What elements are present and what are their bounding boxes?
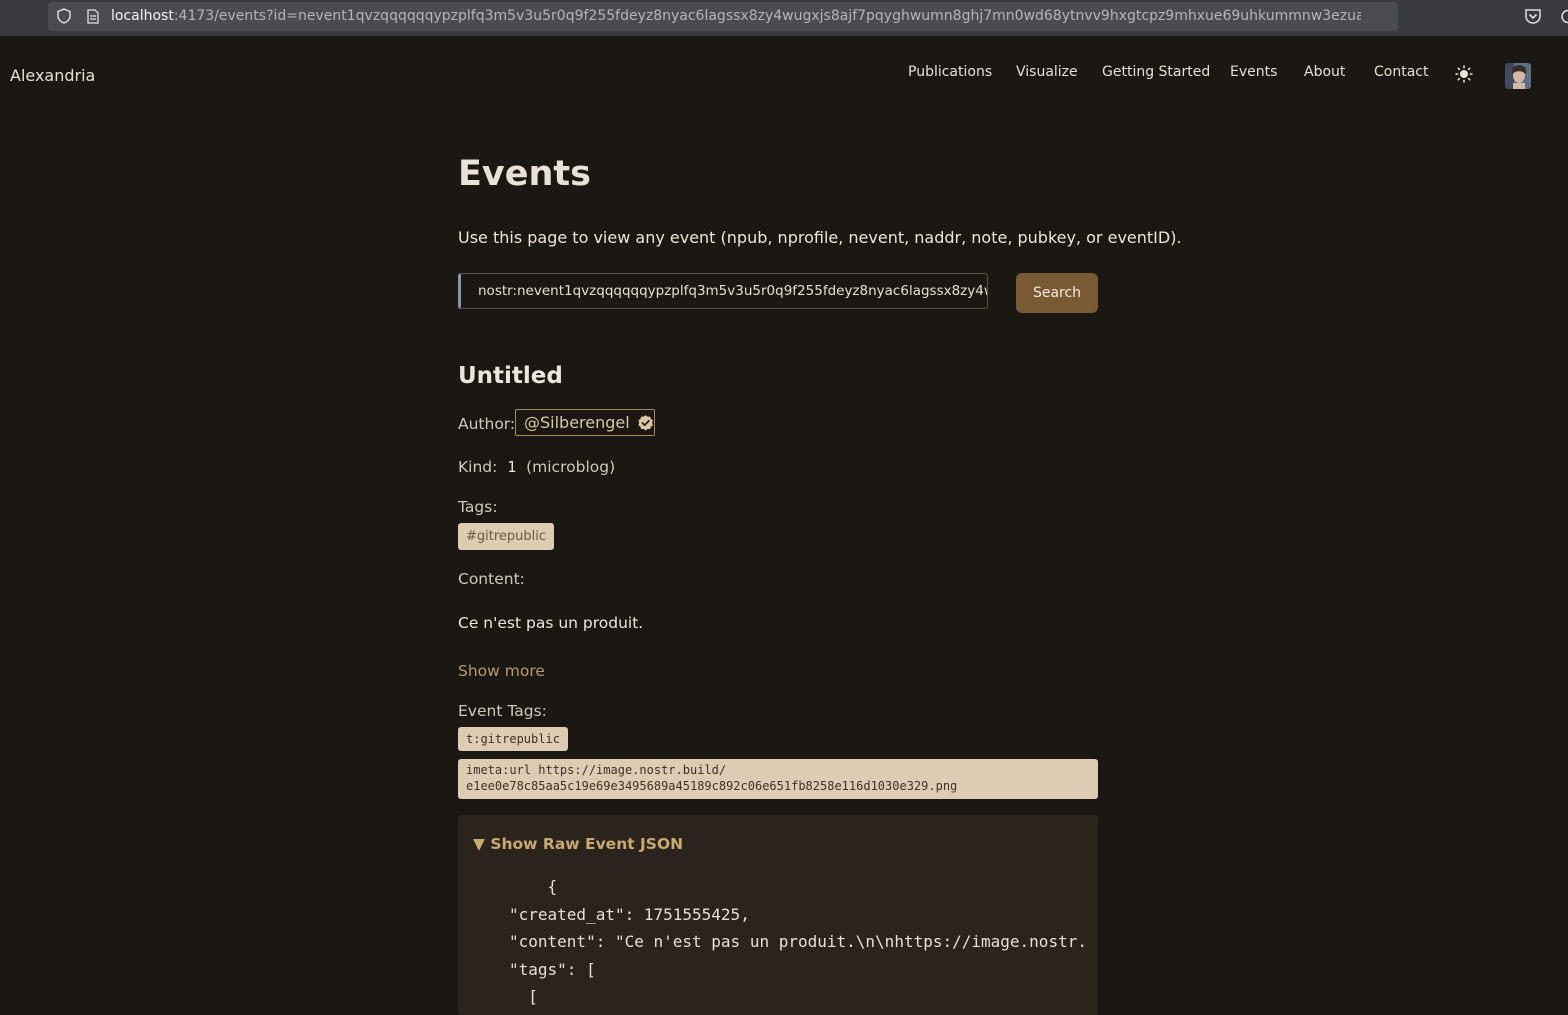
nav-links: Publications Visualize Getting Started E… bbox=[0, 64, 1568, 84]
site-navbar: Alexandria Publications Visualize Gettin… bbox=[0, 36, 1568, 112]
nav-link-visualize[interactable]: Visualize bbox=[1016, 64, 1078, 80]
url-path: :4173/events?id=nevent1qvzqqqqqqypzplfq3… bbox=[173, 8, 1361, 24]
raw-json-panel: ▼ Show Raw Event JSON { "created_at": 17… bbox=[458, 815, 1098, 1015]
nav-link-publications[interactable]: Publications bbox=[908, 64, 992, 80]
pocket-icon[interactable] bbox=[1524, 8, 1542, 25]
url-text[interactable]: localhost:4173/events?id=nevent1qvzqqqqq… bbox=[111, 8, 1361, 24]
browser-toolbar: localhost:4173/events?id=nevent1qvzqqqqq… bbox=[0, 0, 1568, 36]
nav-link-getting-started[interactable]: Getting Started bbox=[1102, 64, 1210, 80]
author-label: Author: bbox=[458, 415, 516, 433]
show-more-link[interactable]: Show more bbox=[458, 662, 545, 680]
page-icon bbox=[87, 9, 99, 24]
tags-label: Tags: bbox=[458, 498, 498, 516]
content-label: Content: bbox=[458, 570, 525, 588]
nav-link-about[interactable]: About bbox=[1304, 64, 1345, 80]
user-avatar[interactable] bbox=[1505, 63, 1531, 89]
shield-icon[interactable] bbox=[56, 8, 72, 24]
verified-badge-icon bbox=[638, 414, 653, 430]
event-tag-imeta: imeta:url https://image.nostr.build/ e1e… bbox=[458, 759, 1098, 799]
kind-row: Kind: 1 (microblog) bbox=[458, 458, 615, 476]
address-bar[interactable]: localhost:4173/events?id=nevent1qvzqqqqq… bbox=[48, 2, 1398, 31]
raw-json-toggle[interactable]: ▼ Show Raw Event JSON bbox=[473, 835, 683, 853]
page-intro: Use this page to view any event (npub, n… bbox=[458, 228, 1182, 247]
url-host: localhost bbox=[111, 8, 174, 24]
raw-json-code: { "created_at": 1751555425, "content": "… bbox=[509, 877, 1087, 1006]
imeta-line-2: e1ee0e78c85aa5c19e69e3495689a45189c892c0… bbox=[466, 778, 958, 793]
extension-icon[interactable] bbox=[1558, 8, 1568, 25]
author-name: @Silberengel bbox=[524, 413, 630, 432]
nav-link-events[interactable]: Events bbox=[1230, 64, 1277, 80]
kind-name: (microblog) bbox=[526, 458, 616, 476]
hashtag-pill[interactable]: #gitrepublic bbox=[458, 523, 555, 550]
event-title: Untitled bbox=[458, 363, 563, 389]
sun-icon[interactable] bbox=[1455, 65, 1473, 83]
kind-number: 1 bbox=[507, 458, 517, 476]
search-button[interactable]: Search bbox=[1016, 273, 1098, 313]
event-tag-t: t:gitrepublic bbox=[458, 727, 568, 751]
event-search-input[interactable] bbox=[458, 273, 988, 309]
kind-label: Kind: bbox=[458, 458, 498, 476]
imeta-line-1: imeta:url https://image.nostr.build/ bbox=[466, 763, 727, 777]
author-chip[interactable]: @Silberengel bbox=[515, 409, 655, 436]
event-content: Ce n'est pas un produit. bbox=[458, 614, 644, 632]
page-title: Events bbox=[458, 154, 591, 194]
event-tags-label: Event Tags: bbox=[458, 702, 547, 720]
nav-link-contact[interactable]: Contact bbox=[1374, 64, 1428, 80]
